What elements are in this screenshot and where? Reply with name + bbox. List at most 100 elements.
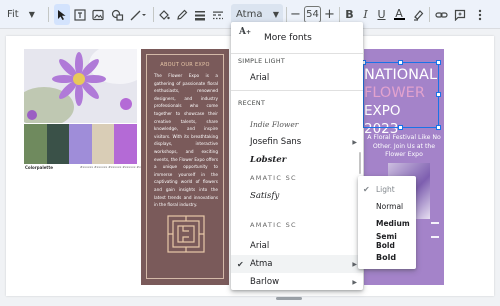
- font-item-label: Atma: [250, 259, 273, 269]
- about-heading: ABOUT OUR EXPO: [160, 62, 210, 68]
- horizontal-scrollbar[interactable]: [276, 297, 302, 300]
- textbox-tool-button[interactable]: [72, 4, 88, 25]
- font-item-amatic-sc[interactable]: AMATIC SC: [231, 169, 363, 187]
- font-item-arial[interactable]: Arial: [231, 69, 363, 87]
- font-item-label: Arial: [250, 241, 270, 251]
- insert-link-button[interactable]: [433, 4, 449, 25]
- pencil-icon: [177, 9, 188, 20]
- more-vert-icon: [478, 9, 482, 20]
- maze-ornament-icon: [167, 215, 205, 253]
- select-tool-button[interactable]: [54, 4, 70, 25]
- weight-item-bold[interactable]: Bold: [358, 249, 416, 266]
- toolbar-divider: [429, 7, 430, 22]
- add-comment-button[interactable]: [452, 4, 468, 25]
- font-item-label: Satisfy: [250, 191, 280, 201]
- underline-button[interactable]: U: [375, 4, 388, 25]
- resize-handle[interactable]: [436, 92, 441, 97]
- font-weight-submenu: ✔ Light Normal Medium Semi Bold Bold: [358, 176, 416, 269]
- font-family-value: Atma: [236, 9, 263, 20]
- palette-swatch[interactable]: [24, 124, 47, 164]
- cursor-icon: [58, 9, 66, 20]
- shape-tool-button[interactable]: [108, 4, 126, 25]
- border-weight-icon: [195, 10, 205, 20]
- subtitle-text: A Floral Festival Like No Other. Join Us…: [367, 134, 441, 158]
- resize-handle[interactable]: [398, 60, 403, 65]
- flower-photo[interactable]: [24, 49, 137, 123]
- font-dropdown-menu: A+ More fonts SIMPLE LIGHT Arial RECENT …: [231, 22, 363, 290]
- font-item-barlow[interactable]: Barlow ▶: [231, 273, 363, 291]
- checkmark-icon: ✔: [237, 259, 244, 269]
- palette-swatch[interactable]: [46, 124, 70, 164]
- toolbar-divider: [48, 7, 49, 22]
- paint-bucket-icon: [159, 9, 170, 20]
- weight-item-medium[interactable]: Medium: [358, 215, 416, 232]
- resize-handle[interactable]: [436, 60, 441, 65]
- menu-divider: [231, 53, 363, 54]
- font-item-lobster[interactable]: Lobster: [231, 151, 363, 169]
- weight-item-label: Light: [376, 185, 395, 194]
- submenu-arrow-icon: ▶: [352, 260, 357, 268]
- border-dash-button[interactable]: [210, 4, 226, 25]
- link-icon: [434, 11, 448, 18]
- fill-color-button[interactable]: [156, 4, 172, 25]
- font-item-atma[interactable]: ✔ Atma ▶: [231, 255, 363, 273]
- more-options-button[interactable]: [472, 4, 488, 25]
- text-color-button[interactable]: A: [392, 4, 406, 25]
- divider-line: [431, 236, 439, 238]
- line-tool-button[interactable]: [128, 4, 150, 25]
- resize-handle[interactable]: [436, 125, 441, 130]
- font-item-label: Arial: [250, 73, 270, 83]
- image-tool-button[interactable]: [90, 4, 106, 25]
- chevron-down-icon: ▼: [272, 10, 279, 19]
- font-item-arial[interactable]: Arial: [231, 237, 363, 255]
- highlight-color-button[interactable]: [410, 4, 425, 25]
- submenu-arrow-icon: ▶: [352, 138, 357, 146]
- textbox-icon: [74, 8, 86, 21]
- font-item-label: Lobster: [250, 155, 287, 165]
- comment-icon: [454, 9, 466, 21]
- palette-caption: #xxxxxx #xxxxxx #xxxxxx #xxxxxx #xxxxxx: [80, 165, 150, 169]
- recent-header: RECENT: [238, 100, 266, 107]
- border-weight-button[interactable]: [192, 4, 208, 25]
- font-size-input[interactable]: 54: [304, 6, 321, 23]
- palette-swatch[interactable]: [114, 124, 137, 164]
- purple-flower-image: [24, 49, 137, 123]
- zoom-value: Fit: [7, 9, 19, 20]
- palette-swatch[interactable]: [69, 124, 92, 164]
- more-fonts-item[interactable]: More fonts: [231, 27, 363, 48]
- font-item-satisfy[interactable]: Satisfy: [231, 187, 363, 205]
- resize-handle[interactable]: [398, 125, 403, 130]
- zoom-select[interactable]: Fit ▼: [3, 4, 43, 25]
- selection-box[interactable]: [363, 62, 439, 128]
- about-body-text: The Flower Expo is a gathering of passio…: [154, 73, 218, 208]
- menu-scrollbar[interactable]: [359, 152, 361, 174]
- more-fonts-label: More fonts: [264, 32, 312, 43]
- text-color-swatch: [393, 18, 405, 20]
- shapes-icon: [111, 9, 123, 21]
- weight-item-light[interactable]: ✔ Light: [358, 181, 416, 198]
- toolbar-divider: [339, 7, 340, 22]
- weight-item-label: Medium: [376, 219, 410, 228]
- brochure-middle-panel[interactable]: ABOUT OUR EXPO The Flower Expo is a gath…: [141, 49, 229, 285]
- border-color-button[interactable]: [174, 4, 190, 25]
- weight-item-semi-bold[interactable]: Semi Bold: [358, 232, 416, 250]
- palette-swatch[interactable]: [91, 124, 115, 164]
- color-palette: [24, 124, 137, 164]
- text-color-letter: A: [395, 7, 403, 20]
- weight-item-normal[interactable]: Normal: [358, 198, 416, 215]
- font-item-label: AMATIC SC: [250, 174, 297, 182]
- font-item-label: Josefin Sans: [250, 137, 302, 147]
- submenu-arrow-icon: ▶: [352, 278, 357, 286]
- weight-item-label: Bold: [376, 253, 397, 262]
- palette-label: Colorpalette: [25, 165, 53, 170]
- chevron-down-icon: ▼: [28, 10, 35, 19]
- divider-line: [431, 222, 439, 224]
- border-dash-icon: [213, 11, 223, 19]
- toolbar-divider: [153, 7, 154, 22]
- weight-item-label: Normal: [376, 202, 404, 211]
- font-item-indie-flower[interactable]: Indie Flower: [231, 115, 363, 133]
- font-item-label: Barlow: [250, 277, 280, 287]
- font-item-josefin-sans[interactable]: Josefin Sans ▶: [231, 133, 363, 151]
- font-item-amatic-sc[interactable]: AMATIC SC: [231, 218, 363, 232]
- image-icon: [92, 9, 104, 20]
